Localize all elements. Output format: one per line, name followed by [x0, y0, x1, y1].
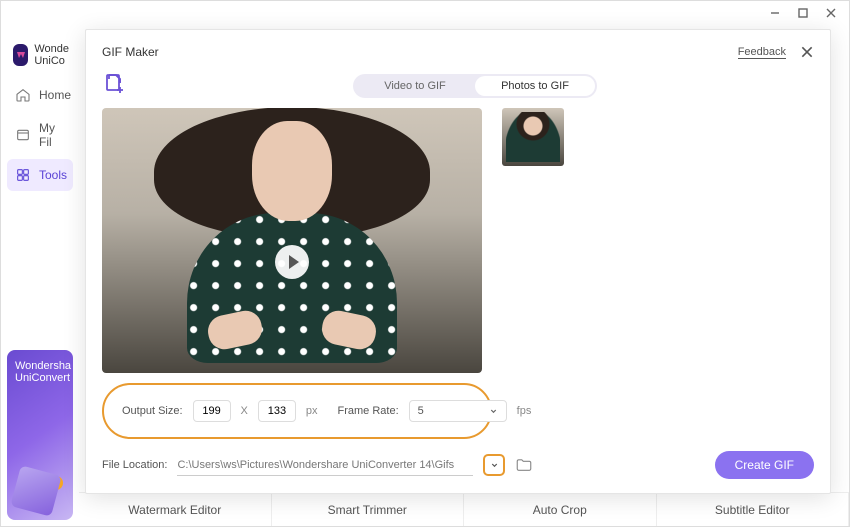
sidebar-item-label: Tools	[39, 168, 67, 182]
chevron-down-icon	[490, 461, 499, 470]
home-icon	[15, 87, 31, 103]
output-settings: Output Size: X px Frame Rate: 5 fps	[102, 383, 492, 439]
preview-area	[102, 108, 482, 373]
create-gif-button[interactable]: Create GIF	[715, 451, 814, 479]
feedback-link[interactable]: Feedback	[738, 46, 786, 59]
file-location-path: C:\Users\ws\Pictures\Wondershare UniConv…	[177, 454, 473, 476]
tools-icon	[15, 167, 31, 183]
file-location-label: File Location:	[102, 459, 167, 471]
output-size-label: Output Size:	[122, 405, 183, 417]
brand-logo-icon	[13, 44, 28, 66]
height-input[interactable]	[258, 400, 296, 422]
chevron-down-icon	[489, 407, 498, 416]
tool-watermark-editor[interactable]: Watermark Editor	[79, 493, 272, 526]
files-icon	[15, 127, 31, 143]
close-dialog-button[interactable]	[800, 45, 814, 59]
frame-rate-select[interactable]: 5	[409, 400, 507, 422]
close-window-button[interactable]	[825, 7, 837, 19]
open-folder-button[interactable]	[515, 456, 533, 474]
dialog-title: GIF Maker	[102, 45, 159, 59]
gif-maker-dialog: GIF Maker Feedback Video to GIF Photos t…	[85, 29, 831, 494]
frame-rate-value: 5	[418, 405, 424, 417]
width-input[interactable]	[193, 400, 231, 422]
sidebar-item-home[interactable]: Home	[7, 79, 73, 111]
tool-subtitle-editor[interactable]: Subtitle Editor	[657, 493, 850, 526]
promo-card[interactable]: WondershaUniConvert	[7, 350, 73, 520]
px-unit: px	[306, 405, 318, 417]
fps-unit: fps	[517, 405, 532, 417]
brand: WondeUniCo	[13, 43, 69, 67]
sidebar-item-tools[interactable]: Tools	[7, 159, 73, 191]
file-location-dropdown[interactable]	[483, 454, 505, 476]
minimize-button[interactable]	[769, 7, 781, 19]
tool-auto-crop[interactable]: Auto Crop	[464, 493, 657, 526]
brand-text: WondeUniCo	[34, 43, 69, 67]
thumbnail[interactable]	[502, 108, 564, 166]
tab-photos-to-gif[interactable]: Photos to GIF	[475, 76, 595, 96]
add-file-button[interactable]	[102, 72, 126, 96]
thumbnail-strip	[502, 108, 814, 373]
mode-tabs: Video to GIF Photos to GIF	[353, 74, 597, 98]
sidebar-item-label: My Fil	[39, 121, 65, 149]
maximize-button[interactable]	[797, 7, 809, 19]
promo-title: WondershaUniConvert	[15, 360, 65, 384]
frame-rate-label: Frame Rate:	[338, 405, 399, 417]
sidebar-item-my-files[interactable]: My Fil	[7, 113, 73, 157]
tab-video-to-gif[interactable]: Video to GIF	[355, 76, 475, 96]
play-button[interactable]	[275, 245, 309, 279]
tool-smart-trimmer[interactable]: Smart Trimmer	[272, 493, 465, 526]
promo-cube-icon	[10, 465, 61, 516]
sidebar-item-label: Home	[39, 88, 71, 102]
by-separator: X	[241, 405, 248, 417]
